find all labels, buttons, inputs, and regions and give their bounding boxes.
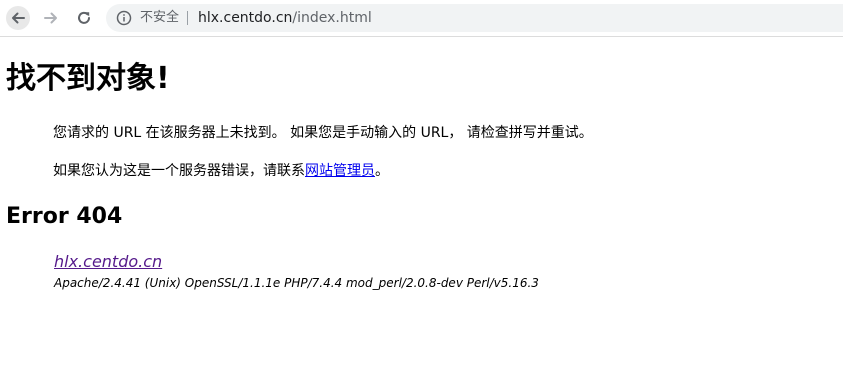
url-host: hlx.centdo.cn [198, 10, 293, 26]
server-signature: Apache/2.4.41 (Unix) OpenSSL/1.1.1e PHP/… [54, 276, 539, 290]
url-path: /index.html [292, 10, 372, 26]
not-found-message: 您请求的 URL 在该服务器上未找到。 如果您是手动输入的 URL， 请检查拼写… [53, 125, 593, 141]
contact-message: 如果您认为这是一个服务器错误，请联系网站管理员。 [53, 161, 389, 181]
error-heading: Error 404 [6, 204, 123, 229]
reload-button[interactable] [72, 6, 96, 30]
page-content: 找不到对象! 您请求的 URL 在该服务器上未找到。 如果您是手动输入的 URL… [0, 37, 843, 378]
page-title: 找不到对象! [6, 61, 170, 96]
address-bar[interactable]: 不安全 hlx.centdo.cn/index.html [106, 4, 843, 32]
back-icon [12, 12, 25, 24]
forward-icon [44, 12, 57, 24]
contact-message-suffix: 。 [375, 163, 389, 179]
forward-button[interactable] [39, 6, 63, 30]
browser-toolbar: 不安全 hlx.centdo.cn/index.html [0, 0, 843, 37]
webmaster-link[interactable]: 网站管理员 [305, 163, 375, 179]
security-status-label[interactable]: 不安全 [140, 10, 179, 26]
omnibox-divider [187, 11, 188, 25]
back-button[interactable] [6, 6, 30, 30]
reload-icon [78, 11, 90, 24]
server-host-link[interactable]: hlx.centdo.cn [54, 251, 162, 273]
info-icon[interactable] [116, 10, 132, 26]
url-text[interactable]: hlx.centdo.cn/index.html [198, 9, 372, 27]
contact-message-prefix: 如果您认为这是一个服务器错误，请联系 [53, 163, 305, 179]
